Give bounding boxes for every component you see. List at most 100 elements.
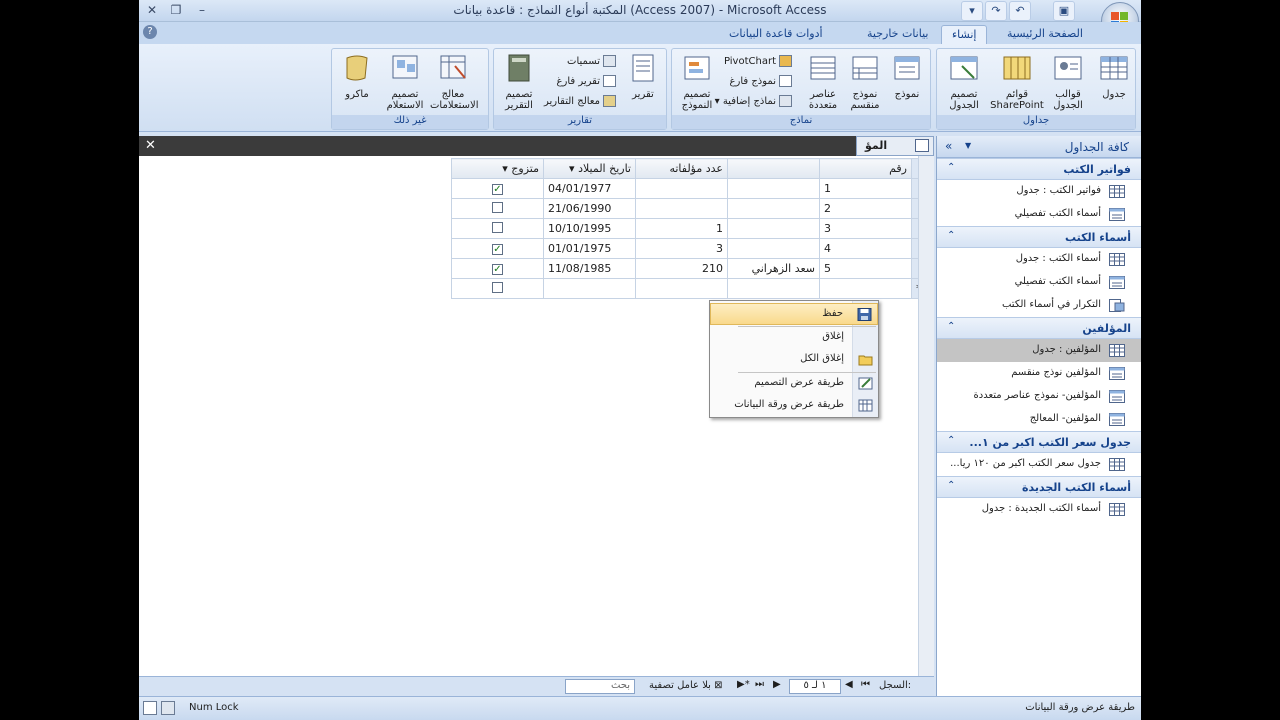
id-cell[interactable]: 4 — [819, 238, 912, 259]
checkbox-checked[interactable]: ✓ — [492, 264, 503, 275]
nav-item[interactable]: جدول سعر الكتب اكبر من ١٢٠ ريا... — [937, 453, 1141, 476]
new-record-row[interactable]: * — [451, 278, 927, 299]
pivotchart-button[interactable]: PivotChart — [724, 55, 792, 71]
column-header-name[interactable] — [727, 158, 820, 179]
design-view-icon[interactable] — [143, 701, 157, 715]
nav-group-header[interactable]: ⌃ جدول سعر الكتب اكبر من ١... — [937, 431, 1141, 453]
birthdate-cell[interactable]: 10/10/1995 — [543, 218, 636, 239]
tab-external-data[interactable]: بيانات خارجية — [857, 25, 938, 44]
nav-group-header[interactable]: ⌃ أسماء الكتب — [937, 226, 1141, 248]
search-input[interactable]: بحث — [565, 679, 635, 694]
married-cell[interactable]: ✓ — [451, 238, 544, 259]
id-cell[interactable]: 5 — [819, 258, 912, 279]
book-count-cell[interactable]: 1 — [635, 218, 728, 239]
collapse-chevron-icon[interactable]: ⌃ — [947, 435, 955, 446]
nav-item[interactable]: المؤلفين نوذج منقسم — [937, 362, 1141, 385]
form-design-button[interactable]: تصميم النموذج — [674, 52, 720, 111]
checkbox-checked[interactable]: ✓ — [492, 244, 503, 255]
dropdown-arrow-icon[interactable]: ▾ — [569, 162, 575, 175]
table-button[interactable]: جدول — [1091, 52, 1137, 100]
column-header-birthdate[interactable]: تاريخ الميلاد ▾ — [543, 158, 636, 179]
collapse-chevron-icon[interactable]: ⌃ — [947, 480, 955, 491]
table-row[interactable]: 21/06/1990 2 — [451, 198, 927, 219]
previous-record-icon[interactable]: ◀ — [845, 679, 853, 690]
married-cell[interactable] — [451, 218, 544, 239]
query-wizard-button[interactable]: معالج الاستعلامات — [430, 52, 479, 111]
labels-button[interactable]: تسميات — [567, 55, 616, 71]
menu-item-close[interactable]: إغلاق — [710, 327, 878, 349]
tab-create[interactable]: إنشاء — [941, 25, 988, 44]
name-cell[interactable]: سعد الزهراني — [727, 258, 820, 279]
birthdate-cell[interactable]: 04/01/1977 — [543, 178, 636, 199]
nav-item[interactable]: أسماء الكتب تفصيلي — [937, 203, 1141, 226]
dropdown-arrow-icon[interactable]: ▾ — [502, 162, 508, 175]
nav-group-header[interactable]: ⌃ أسماء الكتب الجديدة — [937, 476, 1141, 498]
macro-button[interactable]: ماكرو — [334, 52, 380, 100]
document-tab-authors[interactable]: المؤ — [856, 136, 934, 156]
undo-icon[interactable]: ↶ — [1009, 1, 1031, 21]
form-button[interactable]: نموذج — [884, 52, 930, 100]
married-cell[interactable]: ✓ — [451, 258, 544, 279]
name-cell[interactable] — [727, 198, 820, 219]
nav-item[interactable]: فواتير الكتب : جدول — [937, 180, 1141, 203]
birthdate-cell[interactable]: 11/08/1985 — [543, 258, 636, 279]
filter-status[interactable]: ⊠ بلا عامل تصفية — [649, 680, 723, 691]
birthdate-cell[interactable]: 01/01/1975 — [543, 238, 636, 259]
new-record-icon[interactable]: ▶* — [737, 679, 750, 690]
nav-item[interactable]: المؤلفين : جدول — [937, 339, 1141, 362]
collapse-chevron-icon[interactable]: ⌃ — [947, 230, 955, 241]
column-header-id[interactable]: رقم — [819, 158, 912, 179]
menu-item-save[interactable]: حفظ — [710, 303, 878, 325]
married-cell[interactable]: ✓ — [451, 178, 544, 199]
tab-database-tools[interactable]: أدوات قاعدة البيانات — [719, 25, 833, 44]
report-design-button[interactable]: تصميم التقرير — [496, 52, 542, 111]
nav-item[interactable]: المؤلفين- نموذج عناصر متعددة — [937, 385, 1141, 408]
shutter-bar-icon[interactable]: « — [945, 139, 952, 153]
report-button[interactable]: تقرير — [620, 52, 666, 100]
id-cell[interactable]: 3 — [819, 218, 912, 239]
column-header-married[interactable]: متزوج ▾ — [451, 158, 544, 179]
datasheet-view-icon[interactable] — [161, 701, 175, 715]
checkbox-unchecked[interactable] — [492, 221, 503, 233]
book-count-cell[interactable] — [635, 178, 728, 199]
help-icon[interactable]: ? — [143, 25, 157, 39]
nav-item[interactable]: أسماء الكتب : جدول — [937, 248, 1141, 271]
name-cell[interactable] — [727, 238, 820, 259]
table-row[interactable]: ✓ 04/01/1977 1 — [451, 178, 927, 199]
name-cell[interactable] — [727, 218, 820, 239]
id-cell[interactable]: 1 — [819, 178, 912, 199]
blank-report-button[interactable]: تقرير فارغ — [557, 75, 616, 91]
checkbox-unchecked[interactable] — [492, 281, 503, 293]
nav-group-header[interactable]: ⌃ المؤلفين — [937, 317, 1141, 339]
checkbox-unchecked[interactable] — [492, 201, 503, 213]
more-forms-button[interactable]: نماذج إضافية ▾ — [715, 95, 792, 111]
birthdate-cell[interactable]: 21/06/1990 — [543, 198, 636, 219]
current-record-input[interactable]: ١ لـ ٥ — [789, 679, 841, 694]
collapse-chevron-icon[interactable]: ⌃ — [947, 162, 955, 173]
nav-item[interactable]: التكرار في أسماء الكتب — [937, 294, 1141, 317]
vertical-scrollbar[interactable] — [918, 156, 934, 676]
collapse-chevron-icon[interactable]: ⌃ — [947, 321, 955, 332]
name-cell[interactable] — [727, 278, 820, 299]
multiple-items-button[interactable]: عناصر متعددة — [800, 52, 846, 111]
save-icon[interactable]: ▣ — [1053, 1, 1075, 21]
book-count-cell[interactable] — [635, 278, 728, 299]
close-document-icon[interactable]: ✕ — [145, 138, 156, 153]
table-row[interactable]: ✓ 11/08/1985 210 سعد الزهراني 5 — [451, 258, 927, 279]
married-cell[interactable] — [451, 198, 544, 219]
chevron-down-icon[interactable]: ▼ — [965, 141, 971, 150]
id-cell[interactable]: 2 — [819, 198, 912, 219]
married-cell[interactable] — [451, 278, 544, 299]
last-record-icon[interactable]: ⏭ — [755, 679, 764, 690]
checkbox-checked[interactable]: ✓ — [492, 184, 503, 195]
table-row[interactable]: ✓ 01/01/1975 3 4 — [451, 238, 927, 259]
book-count-cell[interactable]: 210 — [635, 258, 728, 279]
nav-item[interactable]: أسماء الكتب تفصيلي — [937, 271, 1141, 294]
name-cell[interactable] — [727, 178, 820, 199]
next-record-icon[interactable]: ▶ — [773, 679, 781, 690]
nav-pane-header[interactable]: « ▼ كافة الجداول — [937, 136, 1141, 158]
nav-item[interactable]: المؤلفين- المعالج — [937, 408, 1141, 431]
menu-item-design-view[interactable]: طريقة عرض التصميم — [710, 373, 878, 395]
nav-group-header[interactable]: ⌃ فواتير الكتب — [937, 158, 1141, 180]
column-header-book-count[interactable]: عدد مؤلفاته — [635, 158, 728, 179]
